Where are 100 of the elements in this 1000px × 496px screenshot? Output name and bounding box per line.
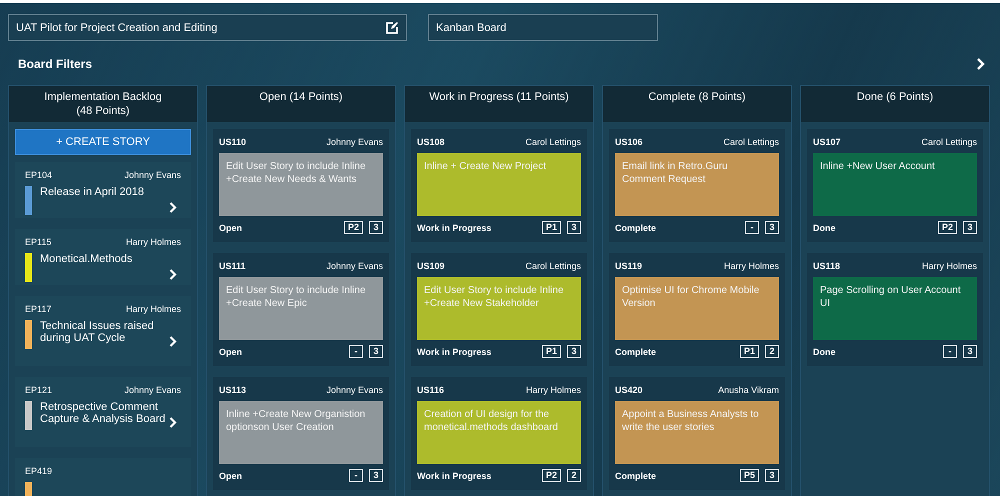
epic-title: Retrospective Comment Capture & Analysis Board <box>40 401 166 425</box>
story-id: US108 <box>417 137 445 147</box>
story-status: Work in Progress <box>417 470 492 480</box>
epic-id: EP115 <box>25 237 52 247</box>
chevron-right-icon[interactable] <box>169 202 177 213</box>
story-card[interactable]: US420 Anusha Vikram Appoint a Business Analysts to write the user stories Complete P5 3 <box>609 377 785 490</box>
epic-card[interactable]: EP121 Johnny Evans Retrospective Comment Capture & Analysis Board <box>15 377 191 447</box>
points-tag: 3 <box>765 469 779 482</box>
epic-id: EP104 <box>25 170 52 180</box>
chevron-right-icon[interactable] <box>169 417 177 428</box>
priority-tag: - <box>349 345 363 358</box>
points-tag: 2 <box>765 345 779 358</box>
story-id: US106 <box>615 137 643 147</box>
board-filters-label: Board Filters <box>18 57 92 71</box>
epic-owner: Harry Holmes <box>126 237 181 247</box>
story-owner: Carol Lettings <box>525 137 581 147</box>
story-card[interactable]: US111 Johnny Evans Edit User Story to include Inline +Create New Epic Open - 3 <box>213 253 389 366</box>
story-id: US420 <box>615 385 643 395</box>
story-status: Complete <box>615 470 656 480</box>
story-description: Edit User Story to include Inline +Create New Epic <box>219 277 383 340</box>
chevron-right-icon[interactable] <box>169 269 177 280</box>
story-owner: Harry Holmes <box>526 385 581 395</box>
column-title: Complete (8 Points) <box>648 90 746 104</box>
story-card[interactable]: US109 Carol Lettings Edit User Story to include Inline +Create New Stakeholder Work in Progress P1 3 <box>411 253 587 366</box>
story-status: Work in Progress <box>417 346 492 356</box>
points-tag: 3 <box>963 345 977 358</box>
epic-card[interactable]: EP115 Harry Holmes Monetical.Methods <box>15 229 191 285</box>
points-tag: 3 <box>369 469 383 482</box>
story-id: US116 <box>417 385 444 395</box>
priority-tag: P2 <box>542 469 561 482</box>
story-owner: Johnny Evans <box>326 137 383 147</box>
story-owner: Johnny Evans <box>326 261 383 271</box>
story-description: Page Scrolling on User Account UI <box>813 277 977 340</box>
story-owner: Anusha Vikram <box>718 385 779 395</box>
points-tag: 3 <box>567 345 581 358</box>
story-card[interactable]: US119 Harry Holmes Optimise UI for Chrome Mobile Version Complete P1 2 <box>609 253 785 366</box>
column-title: Open (14 Points) <box>259 90 343 104</box>
story-description: Inline +Create New Organistion optionson User Creation <box>219 401 383 464</box>
epic-title: Technical Issues raised during UAT Cycle <box>40 320 155 344</box>
story-id: US119 <box>615 261 642 271</box>
points-tag: 2 <box>567 469 581 482</box>
story-card[interactable]: US118 Harry Holmes Page Scrolling on User Account UI Done - 3 <box>807 253 983 366</box>
points-tag: 3 <box>369 345 383 358</box>
story-id: US113 <box>219 385 246 395</box>
priority-tag: - <box>349 469 363 482</box>
epic-id: EP419 <box>25 466 52 476</box>
story-id: US118 <box>813 261 840 271</box>
epic-title: Monetical.Methods <box>40 253 134 265</box>
story-status: Done <box>813 222 836 232</box>
points-tag: 3 <box>369 221 383 234</box>
priority-tag: - <box>943 345 957 358</box>
chevron-right-icon[interactable] <box>976 58 985 70</box>
story-description: Creation of UI design for the monetical.methods dashboard <box>417 401 581 464</box>
story-status: Complete <box>615 222 656 232</box>
column-title: Work in Progress (11 Points) <box>429 90 569 104</box>
story-owner: Harry Holmes <box>724 261 779 271</box>
points-tag: 3 <box>567 221 581 234</box>
epic-owner: Johnny Evans <box>124 170 181 180</box>
story-card[interactable]: US113 Johnny Evans Inline +Create New Organistion optionson User Creation Open - 3 <box>213 377 389 490</box>
story-owner: Harry Holmes <box>922 261 977 271</box>
story-description: Edit User Story to include Inline +Create New Needs & Wants <box>219 153 383 216</box>
priority-tag: P1 <box>740 345 759 358</box>
epic-owner: Johnny Evans <box>124 385 181 395</box>
create-story-button[interactable]: + CREATE STORY <box>15 129 191 155</box>
story-id: US111 <box>219 261 246 271</box>
story-description: Inline +New User Account <box>813 153 977 216</box>
story-owner: Carol Lettings <box>723 137 779 147</box>
epic-title: Release in April 2018 <box>40 186 145 198</box>
epic-card[interactable]: EP419 <box>15 458 191 496</box>
story-status: Done <box>813 346 836 356</box>
project-title-field[interactable]: UAT Pilot for Project Creation and Editing <box>8 14 407 41</box>
epic-card[interactable]: EP104 Johnny Evans Release in April 2018 <box>15 162 191 218</box>
epic-owner: Harry Holmes <box>126 304 181 314</box>
story-description: Appoint a Business Analysts to write the user stories <box>615 401 779 464</box>
column-points: (48 Points) <box>76 104 130 118</box>
edit-icon[interactable] <box>385 20 399 34</box>
story-description: Optimise UI for Chrome Mobile Version <box>615 277 779 340</box>
story-description: Email link in Retro.Guru Comment Request <box>615 153 779 216</box>
chevron-right-icon[interactable] <box>169 336 177 347</box>
story-card[interactable]: US107 Carol Lettings Inline +New User Account Done P2 3 <box>807 129 983 242</box>
epic-id: EP117 <box>25 304 52 314</box>
points-tag: 3 <box>765 221 779 234</box>
story-card[interactable]: US110 Johnny Evans Edit User Story to include Inline +Create New Needs & Wants Open P2 3 <box>213 129 389 242</box>
epic-id: EP121 <box>25 385 52 395</box>
story-card[interactable]: US108 Carol Lettings Inline + Create New Project Work in Progress P1 3 <box>411 129 587 242</box>
story-owner: Carol Lettings <box>921 137 977 147</box>
story-id: US110 <box>219 137 246 147</box>
priority-tag: P2 <box>344 221 363 234</box>
priority-tag: P5 <box>740 469 759 482</box>
points-tag: 3 <box>963 221 977 234</box>
priority-tag: P2 <box>938 221 957 234</box>
story-owner: Carol Lettings <box>525 261 581 271</box>
epic-card[interactable]: EP117 Harry Holmes Technical Issues raised during UAT Cycle <box>15 296 191 366</box>
story-card[interactable]: US116 Harry Holmes Creation of UI design for the monetical.methods dashboard Work in Progress P2 2 <box>411 377 587 490</box>
story-card[interactable]: US106 Carol Lettings Email link in Retro.Guru Comment Request Complete - 3 <box>609 129 785 242</box>
story-description: Inline + Create New Project <box>417 153 581 216</box>
story-description: Edit User Story to include Inline +Create New Stakeholder <box>417 277 581 340</box>
board-name-field[interactable]: Kanban Board <box>428 14 658 41</box>
story-status: Open <box>219 470 242 480</box>
story-status: Work in Progress <box>417 222 492 232</box>
